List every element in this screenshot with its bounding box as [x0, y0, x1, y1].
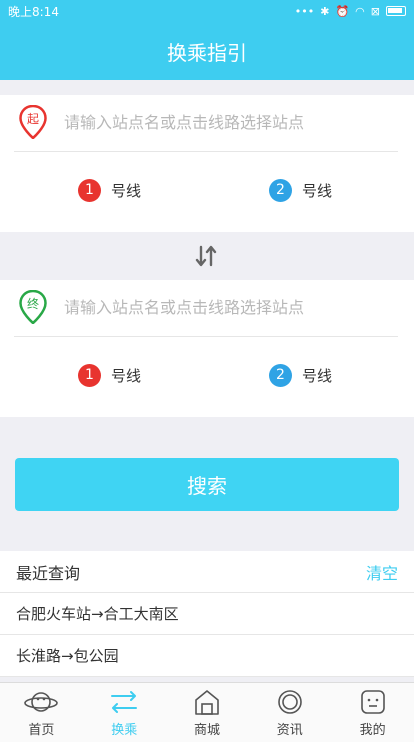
- end-line-1-button[interactable]: 1 号线: [78, 360, 141, 390]
- transfer-icon: [111, 691, 138, 713]
- line-1-badge: 1: [78, 363, 101, 387]
- search-button[interactable]: 搜索: [15, 458, 399, 511]
- recent-header: 最近查询 清空: [0, 551, 414, 593]
- clear-button[interactable]: 清空: [366, 560, 398, 584]
- alarm-icon: ⏰: [335, 4, 350, 18]
- tab-mall[interactable]: 商城: [166, 683, 249, 742]
- line-2-badge: 2: [269, 363, 292, 387]
- divider: [14, 151, 398, 152]
- tab-label: 首页: [28, 723, 55, 738]
- start-station-card: 起 1 号线 2 号线: [0, 95, 414, 232]
- shop-icon: [195, 690, 219, 715]
- bluetooth-icon: ✱: [320, 4, 330, 18]
- start-station-row: 起: [0, 95, 414, 151]
- sim-icon: ⊠: [370, 4, 380, 18]
- end-station-input[interactable]: [64, 292, 398, 322]
- end-line-2-button[interactable]: 2 号线: [269, 360, 332, 390]
- news-icon: [277, 690, 302, 714]
- status-time: 晚上8:14: [8, 4, 59, 19]
- recent-item[interactable]: 合肥火车站→合工大南区: [0, 593, 414, 635]
- tab-home[interactable]: 首页: [0, 683, 83, 742]
- face-icon: [360, 690, 385, 714]
- start-line-1-button[interactable]: 1 号线: [78, 175, 141, 205]
- tab-label: 商城: [193, 723, 220, 738]
- dots-icon: •••: [294, 4, 315, 18]
- tab-news[interactable]: 资讯: [248, 683, 331, 742]
- battery-icon: [386, 6, 406, 16]
- line-1-label: 号线: [111, 366, 142, 385]
- recent-queries: 最近查询 清空 合肥火车站→合工大南区 长淮路→包公园: [0, 551, 414, 677]
- divider: [14, 336, 398, 337]
- start-badge-text: 起: [27, 112, 39, 126]
- line-2-label: 号线: [302, 366, 333, 385]
- recent-item[interactable]: 长淮路→包公园: [0, 635, 414, 677]
- tab-label: 换乘: [111, 723, 138, 738]
- swap-icon[interactable]: [193, 243, 219, 269]
- line-2-badge: 2: [269, 178, 292, 202]
- start-pin-icon: 起: [19, 105, 47, 139]
- start-line-2-button[interactable]: 2 号线: [269, 175, 332, 205]
- page-title: 换乘指引: [167, 40, 247, 65]
- end-station-row: 终: [0, 280, 414, 336]
- tab-profile[interactable]: 我的: [331, 683, 414, 742]
- line-2-label: 号线: [302, 181, 333, 200]
- planet-icon: [24, 692, 59, 712]
- status-bar: 晚上8:14 ••• ✱ ⏰ ◠ ⊠: [0, 0, 414, 22]
- end-station-card: 终 1 号线 2 号线: [0, 280, 414, 417]
- page-title-bar: 换乘指引: [0, 22, 414, 80]
- line-1-badge: 1: [78, 178, 101, 202]
- tab-label: 我的: [359, 723, 386, 738]
- status-icons: ••• ✱ ⏰ ◠ ⊠: [295, 5, 406, 18]
- recent-title: 最近查询: [16, 563, 81, 583]
- end-badge-text: 终: [27, 296, 39, 311]
- start-station-input[interactable]: [64, 107, 398, 137]
- bottom-tab-bar: 首页 换乘 商城 资讯 我的: [0, 682, 414, 742]
- wifi-icon: ◠: [355, 4, 365, 18]
- line-1-label: 号线: [111, 181, 142, 200]
- tab-transfer[interactable]: 换乘: [83, 683, 166, 742]
- end-pin-icon: 终: [19, 290, 47, 324]
- tab-label: 资讯: [276, 723, 303, 738]
